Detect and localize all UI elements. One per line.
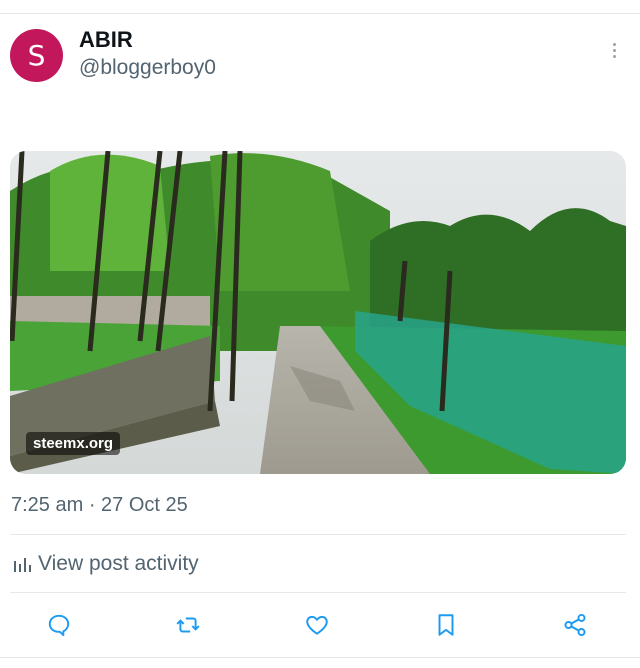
photo-village-path	[10, 151, 626, 474]
top-divider	[0, 13, 640, 14]
watermark-label: steemx.org	[26, 432, 121, 455]
bookmark-button[interactable]	[428, 607, 464, 643]
view-activity-link[interactable]: View post activity	[12, 552, 199, 576]
avatar[interactable]: S	[10, 29, 63, 82]
bottom-divider	[0, 657, 640, 658]
view-activity-label: View post activity	[38, 552, 199, 575]
divider	[10, 592, 626, 593]
post-image[interactable]	[10, 151, 626, 474]
like-button[interactable]	[299, 607, 335, 643]
author-handle[interactable]: @bloggerboy0	[79, 56, 216, 80]
action-bar	[0, 607, 640, 643]
bookmark-icon	[438, 614, 454, 636]
repost-icon	[176, 617, 200, 633]
post-timestamp[interactable]: 7:25 am · 27 Oct 25	[11, 494, 188, 517]
reply-icon	[48, 614, 70, 637]
analytics-icon	[14, 558, 31, 572]
share-button[interactable]	[557, 607, 593, 643]
post-detail: S ABIR @bloggerboy0 steemx.org 7:25 am ·…	[0, 0, 640, 668]
share-icon	[564, 613, 586, 637]
more-options-icon[interactable]	[604, 40, 624, 62]
reply-button[interactable]	[41, 607, 77, 643]
repost-button[interactable]	[170, 607, 206, 643]
author-display-name[interactable]: ABIR	[79, 27, 133, 53]
avatar-letter: S	[27, 39, 46, 72]
like-icon	[306, 615, 328, 635]
divider	[10, 534, 626, 535]
